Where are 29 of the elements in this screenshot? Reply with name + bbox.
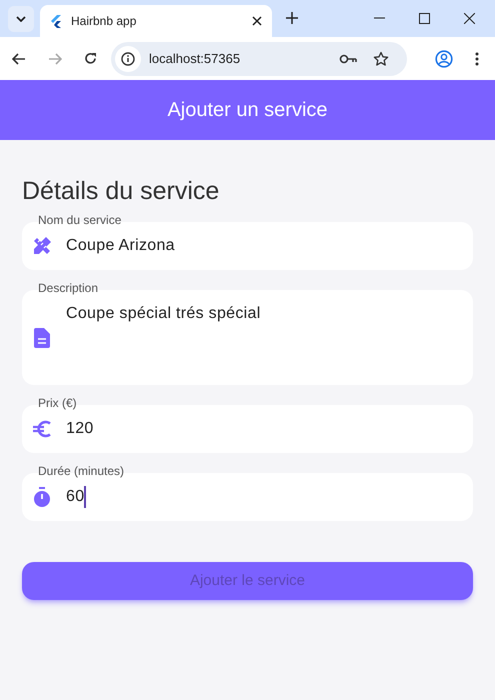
more-menu-icon[interactable] bbox=[475, 52, 479, 66]
minimize-icon[interactable] bbox=[374, 17, 385, 19]
star-icon[interactable] bbox=[373, 50, 389, 66]
field-value: Coupe spécial trés spécial bbox=[66, 304, 261, 324]
app-logo-icon bbox=[50, 14, 61, 28]
ruler-pencil-icon bbox=[32, 236, 52, 256]
field-value: 120 bbox=[66, 419, 94, 439]
field-value: 60 bbox=[66, 487, 84, 507]
stopwatch-icon bbox=[33, 487, 51, 507]
key-icon[interactable] bbox=[339, 54, 357, 64]
browser-tab[interactable]: Hairbnb app bbox=[40, 5, 272, 37]
section-title: Détails du service bbox=[22, 176, 220, 206]
close-icon[interactable] bbox=[252, 16, 262, 26]
tab-title: Hairbnb app bbox=[71, 13, 138, 30]
chevron-down-icon bbox=[16, 16, 26, 22]
back-arrow-icon[interactable] bbox=[12, 52, 26, 64]
new-tab-icon[interactable] bbox=[286, 12, 298, 24]
field-value: Coupe Arizona bbox=[66, 236, 175, 256]
euro-icon bbox=[32, 420, 52, 438]
app-bar-title: Ajouter un service bbox=[167, 98, 328, 123]
reload-icon[interactable] bbox=[84, 52, 97, 65]
info-icon[interactable] bbox=[121, 52, 135, 66]
document-icon bbox=[34, 328, 50, 348]
address-bar[interactable]: localhost:57365 bbox=[111, 42, 407, 76]
tab-search-button[interactable] bbox=[8, 6, 34, 32]
url-text: localhost:57365 bbox=[149, 50, 242, 68]
close-window-icon[interactable] bbox=[464, 13, 475, 24]
profile-icon[interactable] bbox=[435, 50, 453, 68]
maximize-icon[interactable] bbox=[419, 13, 430, 24]
